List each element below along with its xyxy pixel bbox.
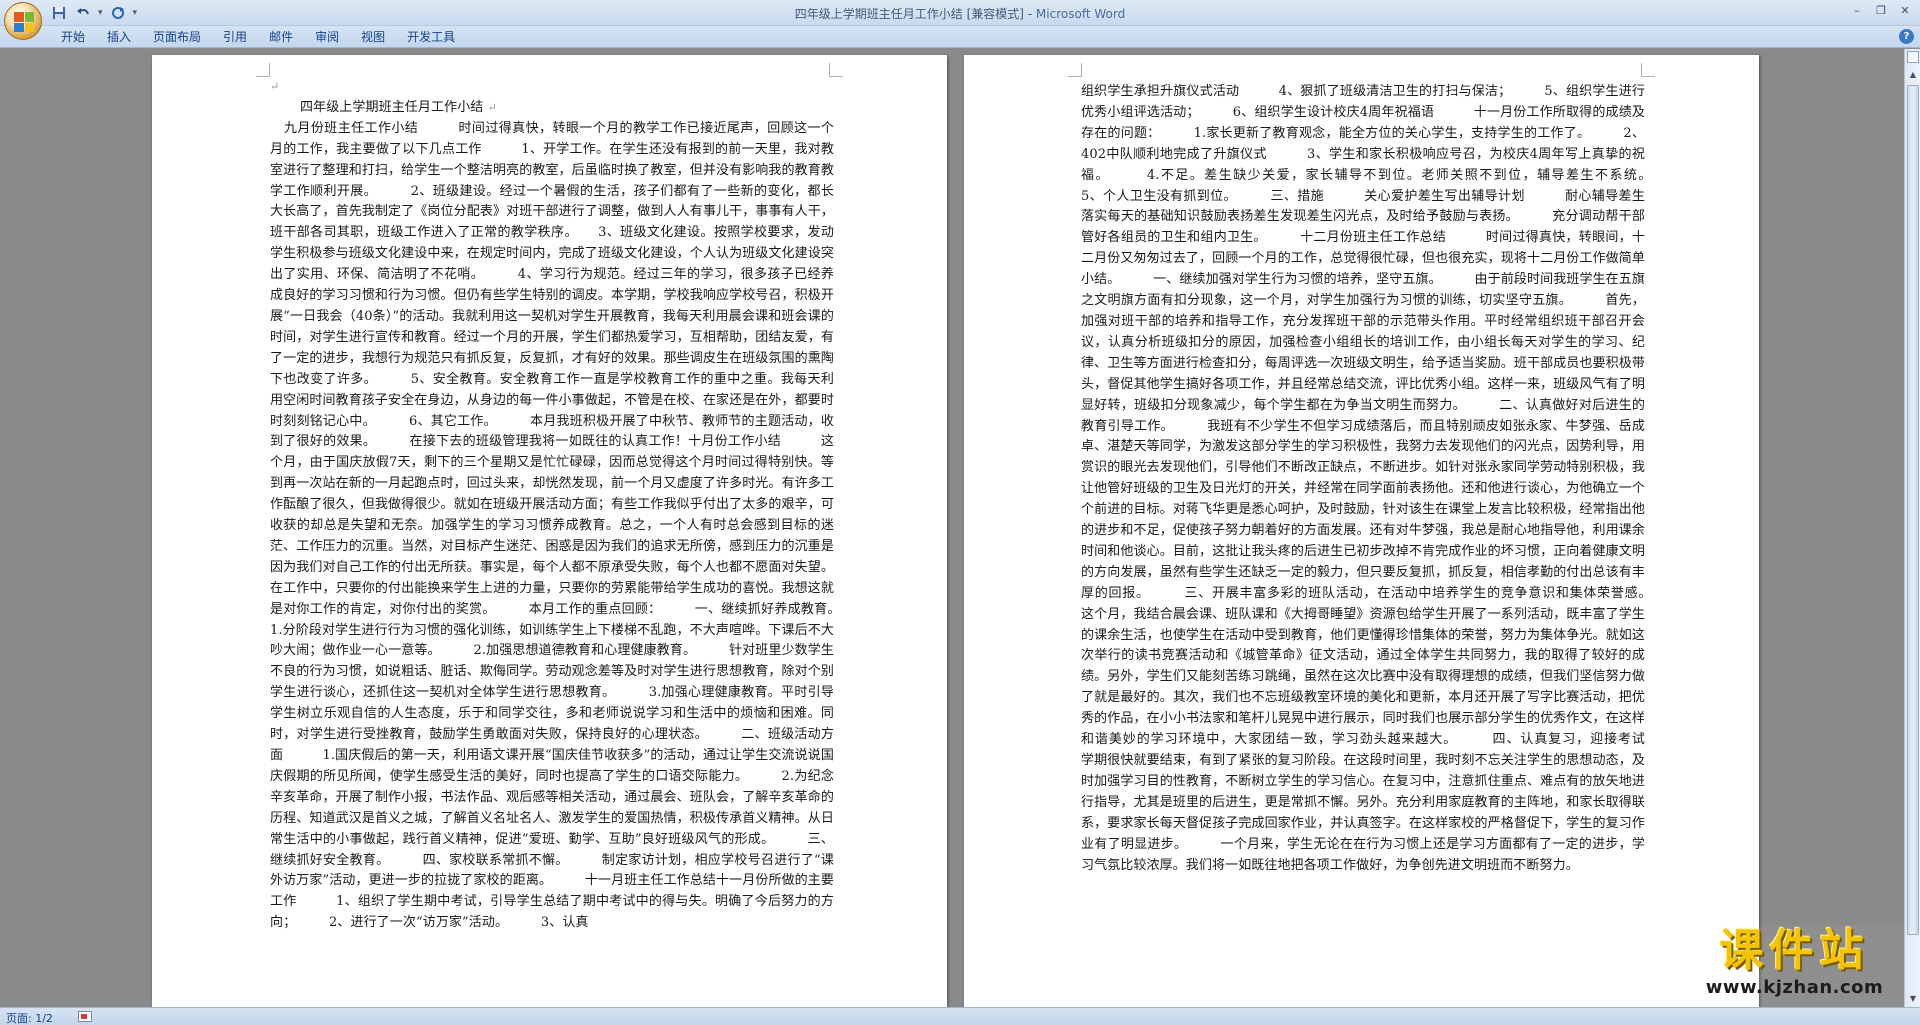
status-bar: 页面: 1/2 xyxy=(0,1007,1920,1025)
minimize-icon[interactable]: – xyxy=(1846,2,1868,20)
body-text: 组织学生承担升旗仪式活动 4、狠抓了班级清洁卫生的打扫与保洁； 5、组织学生进行… xyxy=(1081,84,1685,873)
watermark-url: www.kjzhan.com xyxy=(1705,977,1884,998)
help-icon[interactable]: ? xyxy=(1899,29,1914,44)
office-button[interactable] xyxy=(4,2,42,40)
crop-mark xyxy=(1641,63,1655,77)
page-2-text: 组织学生承担升旗仪式活动 4、狠抓了班级清洁卫生的打扫与保洁； 5、组织学生进行… xyxy=(1081,82,1685,876)
scroll-up-icon[interactable]: ▲ xyxy=(1905,67,1920,83)
document-workspace: ↵ 四年级上学期班主任月工作小结 ↵ 九月份班主任工作小结 时间过得真快，转眼一… xyxy=(0,49,1904,1007)
proofing-status-icon[interactable] xyxy=(78,1011,92,1022)
window-controls: – ❐ ✕ xyxy=(1846,2,1916,20)
watermark-logo: 课件站 www.kjzhan.com xyxy=(1677,925,1912,1007)
watermark-name: 课件站 xyxy=(1719,925,1870,976)
app-name: Microsoft Word xyxy=(1035,7,1126,21)
tab-developer[interactable]: 开发工具 xyxy=(396,26,466,48)
crop-mark xyxy=(829,63,843,77)
crop-mark xyxy=(256,63,270,77)
page-count[interactable]: 页面: 1/2 xyxy=(6,1010,53,1025)
tab-page-layout[interactable]: 页面布局 xyxy=(142,26,212,48)
document-page-1[interactable]: ↵ 四年级上学期班主任月工作小结 ↵ 九月份班主任工作小结 时间过得真快，转眼一… xyxy=(152,55,947,1007)
office-logo-icon xyxy=(14,12,34,32)
tab-home[interactable]: 开始 xyxy=(50,26,96,48)
scrollbar-thumb[interactable] xyxy=(1907,85,1919,935)
document-name: 四年级上学期班主任月工作小结 [兼容模式] - xyxy=(794,7,1036,21)
tab-review[interactable]: 审阅 xyxy=(304,26,350,48)
close-icon[interactable]: ✕ xyxy=(1894,2,1916,20)
window-title: 四年级上学期班主任月工作小结 [兼容模式] - Microsoft Word xyxy=(0,5,1920,22)
title-bar: ▾ ▾ 四年级上学期班主任月工作小结 [兼容模式] - Microsoft Wo… xyxy=(0,0,1920,40)
document-page-2[interactable]: 组织学生承担升旗仪式活动 4、狠抓了班级清洁卫生的打扫与保洁； 5、组织学生进行… xyxy=(964,55,1759,1007)
ribbon-tab-bar: 开始 插入 页面布局 引用 邮件 审阅 视图 开发工具 ? xyxy=(0,26,1920,48)
tab-view[interactable]: 视图 xyxy=(350,26,396,48)
tab-mailings[interactable]: 邮件 xyxy=(258,26,304,48)
paragraph-mark: ↵ xyxy=(270,80,280,93)
body-text: 九月份班主任工作小结 时间过得真快，转眼一个月的教学工作已接近尾声，回顾这一个月… xyxy=(270,120,874,931)
tab-references[interactable]: 引用 xyxy=(212,26,258,48)
document-title: 四年级上学期班主任月工作小结 ↵ xyxy=(300,99,497,115)
page-1-text: ↵ 四年级上学期班主任月工作小结 ↵ 九月份班主任工作小结 时间过得真快，转眼一… xyxy=(270,77,874,934)
view-ruler-icon[interactable] xyxy=(1907,51,1919,63)
vertical-scrollbar[interactable]: ▲ ▼ xyxy=(1904,49,1920,1007)
restore-icon[interactable]: ❐ xyxy=(1870,2,1892,20)
tab-insert[interactable]: 插入 xyxy=(96,26,142,48)
crop-mark xyxy=(1068,63,1082,77)
